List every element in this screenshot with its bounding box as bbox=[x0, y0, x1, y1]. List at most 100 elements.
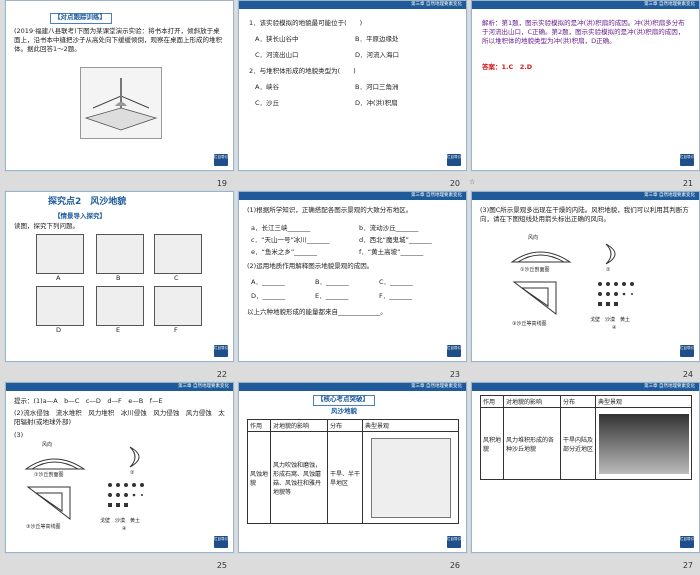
question-text: (1)根据所学知识，正确搭配各图示景观的大致分布地区。 bbox=[247, 206, 413, 214]
match-item: a．长江三峡_______ bbox=[251, 224, 311, 232]
match-item: e．“鱼米之乡”_______ bbox=[251, 248, 317, 256]
slide-thumb-20[interactable]: 第三章 自然地理要素变化 1．该实验模拟的地貌最可能位于( ) A．狭长山谷中 … bbox=[233, 0, 467, 191]
photo-label: B bbox=[116, 274, 121, 282]
distribution-dots-diagram bbox=[598, 282, 634, 306]
slide-thumb-27[interactable]: 第三章 自然地理要素变化 作用 对地貌的影响 分布 典型景观 风积地貌 风力堆积… bbox=[466, 382, 700, 573]
sand-dune-image bbox=[598, 413, 689, 474]
dune-contour-diagram bbox=[26, 486, 71, 521]
photo-label: E bbox=[116, 326, 121, 334]
slide-subtitle: 【情景导入探究】 bbox=[54, 212, 106, 220]
photo-f bbox=[154, 286, 202, 326]
slide-number: 25 bbox=[216, 561, 227, 570]
caption: ③沙丘等高线图 bbox=[26, 524, 61, 530]
table-cell: 风力吹蚀和磨蚀，形成石窝、风蚀蘑菇、风蚀柱和雅丹地貌等 bbox=[270, 431, 328, 524]
slide-thumb-21[interactable]: 第三章 自然地理要素变化 解析：第1题，图示实验模拟的是冲(洪)积扇的成因。冲(… bbox=[466, 0, 700, 191]
match-item: c．“天山一号”冰川_______ bbox=[251, 236, 330, 244]
mushroom-rock-image bbox=[370, 437, 451, 518]
answer-blank: D．_______ bbox=[251, 292, 286, 300]
slide-title: 【核心考点突破】 bbox=[317, 395, 369, 403]
match-item: d．西北“魔鬼城”_______ bbox=[359, 236, 432, 244]
table-header: 作用 bbox=[480, 395, 504, 408]
nav-button[interactable]: 栏目导引 bbox=[680, 536, 694, 548]
slide-number: 27 bbox=[682, 561, 693, 570]
table-cell: 干旱、半干旱地区 bbox=[327, 431, 363, 524]
table-header: 分布 bbox=[560, 395, 596, 408]
question-text: 以上六种地貌形成的能量都来自_____________。 bbox=[247, 308, 387, 316]
table-header: 典型景观 bbox=[362, 419, 459, 432]
nav-button[interactable]: 栏目导引 bbox=[680, 345, 694, 357]
hint-text: 提示：(1)a—A b—C c—D d—F e—B f—E bbox=[14, 397, 163, 405]
table-header: 典型景观 bbox=[595, 395, 692, 408]
nav-button[interactable]: 栏目导引 bbox=[214, 154, 228, 166]
explanation: 解析：第1题，图示实验模拟的是冲(洪)积扇的成因。冲(洪)积扇多分布于河流出山口… bbox=[482, 19, 685, 45]
dune-profile-diagram bbox=[24, 458, 86, 470]
option: B．河口三角洲 bbox=[355, 83, 399, 91]
slide-thumb-26[interactable]: 第三章 自然地理要素变化 【核心考点突破】 风沙地貌 作用 对地貌的影响 分布 … bbox=[233, 382, 467, 573]
photo-label: F bbox=[174, 326, 178, 334]
nav-button[interactable]: 栏目导引 bbox=[447, 345, 461, 357]
option: C．河流出山口 bbox=[255, 51, 299, 59]
caption: ③沙丘等高线图 bbox=[512, 321, 547, 327]
table-header: 对地貌的影响 bbox=[270, 419, 328, 432]
landform-table: 作用 对地貌的影响 分布 典型景观 风积地貌 风力堆积形成的各种沙丘地貌 干旱内… bbox=[480, 395, 692, 480]
answer-blank: B．_______ bbox=[315, 278, 349, 286]
caption: ② bbox=[606, 267, 611, 273]
slide-thumb-19[interactable]: 【对点跟踪训练】 (2019·福建八县联考)下图为某课堂演示实验：将书本打开，倾… bbox=[0, 0, 234, 191]
nav-button[interactable]: 栏目导引 bbox=[447, 154, 461, 166]
option: D．冲(洪)积扇 bbox=[355, 99, 398, 107]
slide-number: 19 bbox=[216, 179, 227, 188]
hint-text: (2)流水侵蚀 流水堆积 风力堆积 冰川侵蚀 风力侵蚀 风力侵蚀 太阳辐射(或地… bbox=[14, 409, 225, 426]
question-text: (3)图C所示景观多出现在干燥的内陆。风积地貌，我们可以利用其判断方向，请在下图… bbox=[480, 206, 689, 223]
nav-button[interactable]: 栏目导引 bbox=[214, 536, 228, 548]
photo-b bbox=[96, 234, 144, 274]
photo-label: D bbox=[56, 326, 62, 334]
option: B．平原边缘处 bbox=[355, 35, 399, 43]
book-sand-image bbox=[80, 67, 162, 139]
answer-blank: C．_______ bbox=[379, 278, 413, 286]
slide-thumb-25[interactable]: 第三章 自然地理要素变化 提示：(1)a—A b—C c—D d—F e—B f… bbox=[0, 382, 234, 573]
distribution-dots-diagram bbox=[108, 483, 144, 507]
answer-blank: E．_______ bbox=[315, 292, 349, 300]
animation-icon: ☆ bbox=[469, 178, 476, 186]
slide-number: 21 bbox=[682, 179, 693, 188]
table-cell: 风力堆积形成的各种沙丘地貌 bbox=[503, 407, 561, 480]
photo-d bbox=[36, 286, 84, 326]
question-2: 2．与堆积体形成的地貌类型为( ) bbox=[249, 67, 356, 75]
slide-number: 24 bbox=[682, 370, 693, 379]
nav-button[interactable]: 栏目导引 bbox=[447, 536, 461, 548]
nav-button[interactable]: 栏目导引 bbox=[214, 345, 228, 357]
caption: ①沙丘剖面图 bbox=[520, 267, 550, 273]
slide-number: 26 bbox=[449, 561, 460, 570]
match-item: b．流动沙丘_______ bbox=[359, 224, 419, 232]
caption: ② bbox=[130, 470, 135, 476]
slide-body: 读图，探究下列问题。 bbox=[14, 222, 79, 230]
answer-blank: A．_______ bbox=[251, 278, 285, 286]
answer-blank: F．_______ bbox=[379, 292, 412, 300]
slide-number: 22 bbox=[216, 370, 227, 379]
nav-button[interactable]: 栏目导引 bbox=[680, 154, 694, 166]
slide-thumb-22[interactable]: 探究点2 风沙地貌 【情景导入探究】 读图，探究下列问题。 A B C D E … bbox=[0, 191, 234, 382]
option: C．沙丘 bbox=[255, 99, 280, 107]
crescent-dune-diagram bbox=[605, 243, 616, 265]
slide-title: 【对点跟踪训练】 bbox=[54, 13, 106, 21]
landform-table: 作用 对地貌的影响 分布 典型景观 风蚀地貌 风力吹蚀和磨蚀，形成石窝、风蚀蘑菇… bbox=[247, 419, 459, 524]
legend: 戈壁 沙漠 黄土 bbox=[100, 518, 141, 524]
slide-thumb-24[interactable]: 第三章 自然地理要素变化 (3)图C所示景观多出现在干燥的内陆。风积地貌，我们可… bbox=[466, 191, 700, 382]
slide-number: 20 bbox=[449, 179, 460, 188]
slide-thumb-23[interactable]: 第三章 自然地理要素变化 (1)根据所学知识，正确搭配各图示景观的大致分布地区。… bbox=[233, 191, 467, 382]
photo-c bbox=[154, 234, 202, 274]
slide-title: 探究点2 风沙地貌 bbox=[48, 197, 127, 207]
legend: 戈壁 沙漠 黄土 bbox=[590, 317, 631, 323]
option: D．河流入海口 bbox=[355, 51, 400, 59]
match-item: f．“黄土高坡”_______ bbox=[359, 248, 424, 256]
hint-text: (3) bbox=[14, 431, 24, 439]
crescent-dune-diagram bbox=[129, 446, 140, 468]
slide-subtitle: 风沙地貌 bbox=[331, 407, 357, 415]
slide-sorter-grid: 【对点跟踪训练】 (2019·福建八县联考)下图为某课堂演示实验：将书本打开，倾… bbox=[0, 0, 700, 575]
caption: ④ bbox=[122, 526, 127, 532]
question-1: 1．该实验模拟的地貌最可能位于( ) bbox=[249, 19, 363, 27]
table-header: 作用 bbox=[247, 419, 271, 432]
option: A．峡谷 bbox=[255, 83, 279, 91]
table-cell: 风蚀地貌 bbox=[247, 431, 271, 524]
question-text: (2)运用地质作用解释图示地貌景观的成因。 bbox=[247, 262, 374, 270]
